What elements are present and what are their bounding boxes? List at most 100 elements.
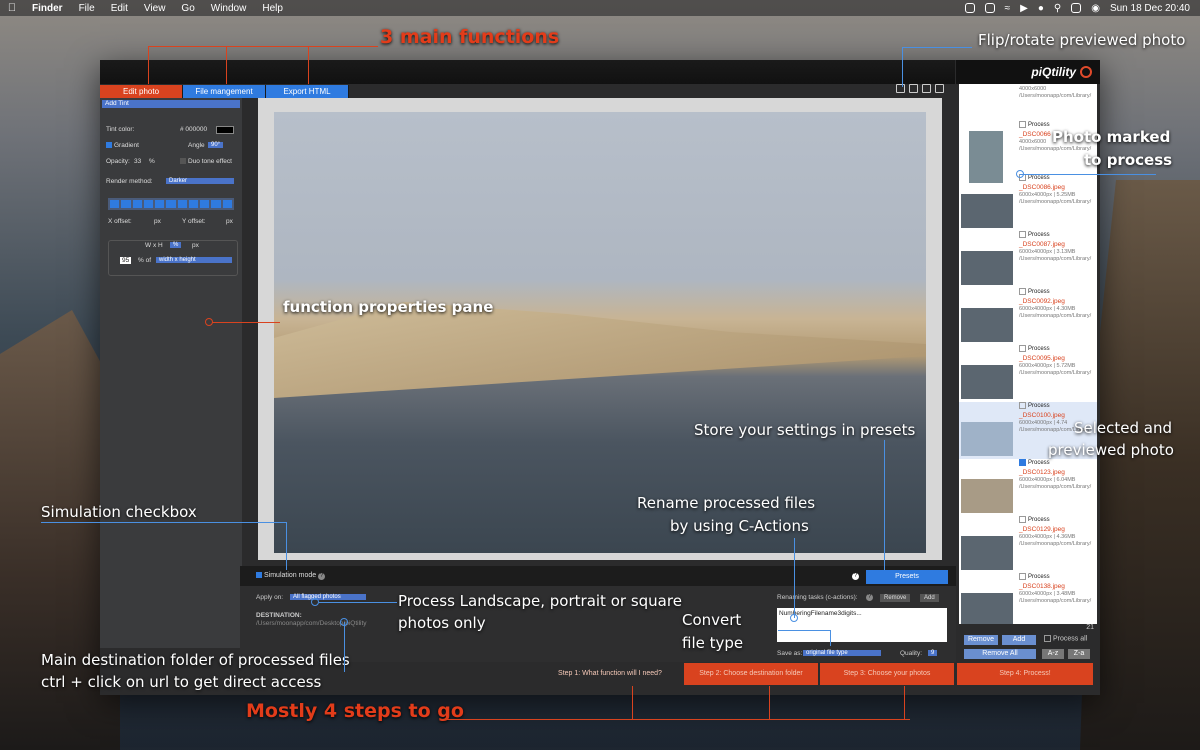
play-icon[interactable]: ▶: [1020, 3, 1028, 14]
annotation-destination-1: Main destination folder of processed fil…: [41, 651, 350, 669]
destination-path-link[interactable]: /Users/moonapp/com/Desktop/piQtility: [256, 620, 367, 627]
size-px-label: px: [192, 242, 199, 249]
remove-photo-button[interactable]: Remove: [964, 635, 998, 645]
opacity-label: Opacity:: [106, 158, 130, 165]
sort-az-button[interactable]: A-z: [1042, 649, 1064, 659]
menu-app[interactable]: Finder: [24, 3, 71, 14]
size-basis-select[interactable]: width x height: [156, 256, 232, 263]
list-item[interactable]: Process _DSC0095.jpeg 6000x4000px | 5.72…: [959, 345, 1097, 402]
tab-edit-photo[interactable]: Edit photo: [100, 85, 183, 98]
quality-select[interactable]: 9: [928, 649, 938, 656]
render-method-select[interactable]: Darker: [166, 177, 234, 184]
opacity-percent: %: [149, 158, 155, 165]
save-as-select[interactable]: original file type: [803, 649, 881, 656]
process-checkbox[interactable]: [1019, 345, 1026, 352]
menu-edit[interactable]: Edit: [103, 3, 136, 14]
flip-vertical-icon[interactable]: [909, 84, 918, 93]
gradient-checkbox[interactable]: Gradient: [106, 142, 139, 149]
menu-help[interactable]: Help: [254, 3, 291, 14]
list-item[interactable]: Process _DSC0138.jpeg 6000x4000px | 3.48…: [959, 573, 1097, 624]
anchor-grid[interactable]: [108, 198, 234, 210]
apply-on-label: Apply on:: [256, 594, 284, 601]
photo-list[interactable]: 4000x6000 /Users/moonapp/com/Library/ Pr…: [959, 84, 1097, 624]
info-icon[interactable]: [964, 3, 975, 13]
user-icon[interactable]: ●: [1038, 3, 1044, 14]
add-photo-button[interactable]: Add: [1002, 635, 1036, 645]
process-checkbox[interactable]: [1019, 121, 1026, 128]
process-checkbox[interactable]: [1019, 231, 1026, 238]
renaming-add-button[interactable]: Add: [920, 594, 939, 602]
presets-help-icon[interactable]: ?: [852, 573, 859, 580]
battery-icon[interactable]: [984, 3, 995, 13]
menu-go[interactable]: Go: [173, 3, 202, 14]
list-item[interactable]: Process _DSC0129.jpeg 6000x4000px | 4.36…: [959, 516, 1097, 573]
annotation-selected-2: previewed photo: [1048, 441, 1174, 459]
tab-file-management[interactable]: File mangement: [183, 85, 266, 98]
list-item[interactable]: Process _DSC0087.jpeg 6000x4000px | 3.13…: [959, 231, 1097, 288]
save-as-label: Save as:: [777, 650, 803, 657]
step-4-button[interactable]: Step 4: Process!: [957, 663, 1093, 685]
function-properties-pane: Add Tint Tint color: # 000000 Gradient A…: [100, 98, 242, 648]
photo-thumbnail: [961, 536, 1013, 570]
rotate-right-icon[interactable]: [935, 84, 944, 93]
process-checkbox[interactable]: [1019, 573, 1026, 580]
annotation-destination-2: ctrl + click on url to get direct access: [41, 673, 322, 691]
function-select[interactable]: Add Tint: [102, 100, 240, 108]
apply-on-select[interactable]: All flagged photos: [290, 593, 366, 600]
annotation-photo-marked-1: Photo marked: [1052, 128, 1171, 146]
sort-za-button[interactable]: Z-a: [1068, 649, 1090, 659]
annotation-photo-marked-2: to process: [1084, 151, 1173, 169]
file-name: _DSC0129.jpeg: [1019, 526, 1065, 533]
file-name: _DSC0087.jpeg: [1019, 241, 1065, 248]
menu-view[interactable]: View: [136, 3, 174, 14]
size-value-field[interactable]: 95: [120, 257, 132, 264]
size-unit-select[interactable]: %: [170, 241, 182, 248]
wifi-icon[interactable]: ≈: [1005, 3, 1011, 14]
presets-button[interactable]: Presets: [866, 570, 948, 584]
process-checkbox[interactable]: [1019, 288, 1026, 295]
list-item[interactable]: 4000x6000 /Users/moonapp/com/Library/: [959, 84, 1097, 103]
flip-rotate-tools: [896, 84, 944, 93]
list-item[interactable]: Process _DSC0086.jpeg 6000x4000px | 5.25…: [959, 174, 1097, 231]
annotation-function-pane: function properties pane: [283, 298, 494, 316]
process-all-checkbox[interactable]: Process all: [1044, 635, 1087, 642]
duo-tone-checkbox[interactable]: Duo tone effect: [180, 158, 232, 165]
photo-thumbnail: [961, 365, 1013, 399]
apple-icon[interactable]: : [0, 2, 24, 14]
process-checkbox-checked[interactable]: [1019, 459, 1026, 466]
renaming-help-icon[interactable]: ?: [866, 594, 873, 601]
checkbox-unchecked-icon: [180, 158, 186, 165]
renaming-remove-button[interactable]: Remove: [880, 594, 911, 602]
process-checkbox[interactable]: [1019, 402, 1026, 409]
tint-color-swatch[interactable]: [216, 126, 234, 134]
annotation-rename-2: by using C-Actions: [670, 517, 809, 535]
annotation-convert-2: file type: [682, 634, 744, 652]
search-icon[interactable]: ⚲: [1054, 3, 1061, 14]
tab-export-html[interactable]: Export HTML: [266, 85, 349, 98]
destination-label: DESTINATION:: [256, 612, 302, 619]
simulation-checkbox[interactable]: Simulation mode ?: [256, 572, 326, 580]
step-2-button[interactable]: Step 2: Choose destination folder: [684, 663, 818, 685]
previewed-photo[interactable]: [274, 112, 926, 553]
control-center-icon[interactable]: [1071, 3, 1082, 13]
photo-thumbnail: [961, 194, 1013, 228]
menu-window[interactable]: Window: [203, 3, 255, 14]
process-checkbox[interactable]: [1019, 516, 1026, 523]
photo-thumbnail: [961, 593, 1013, 624]
angle-select[interactable]: 90°: [208, 141, 224, 148]
opacity-field[interactable]: 33: [134, 158, 141, 165]
step-3-button[interactable]: Step 3: Choose your photos: [820, 663, 954, 685]
checkbox-checked-icon: [256, 572, 262, 579]
step-1[interactable]: Step 1: What function will I need?: [540, 663, 680, 685]
help-icon[interactable]: ?: [318, 573, 326, 580]
list-item[interactable]: Process _DSC0123.jpeg 6000x4000px | 6.04…: [959, 459, 1097, 516]
rotate-left-icon[interactable]: [922, 84, 931, 93]
renaming-tasks-list[interactable]: NumberingFilename3digits...: [777, 608, 947, 642]
clock[interactable]: Sun 18 Dec 20:40: [1110, 3, 1190, 14]
function-tabs: Edit photo File mangement Export HTML: [100, 85, 349, 98]
remove-all-button[interactable]: Remove All: [964, 649, 1036, 659]
list-item[interactable]: Process _DSC0092.jpeg 6000x4000px | 4.30…: [959, 288, 1097, 345]
siri-icon[interactable]: ◉: [1091, 3, 1100, 14]
menu-file[interactable]: File: [71, 3, 103, 14]
flip-horizontal-icon[interactable]: [896, 84, 905, 93]
